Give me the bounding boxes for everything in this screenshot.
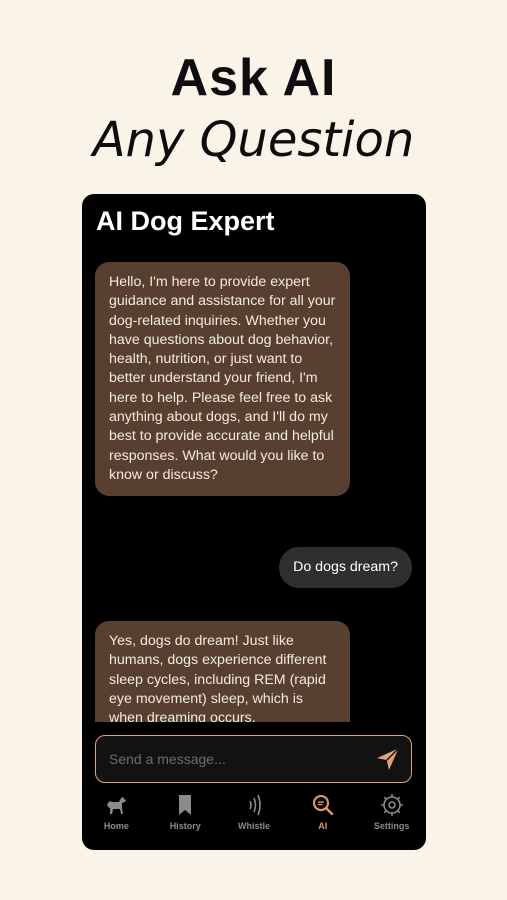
- message-input[interactable]: [109, 748, 359, 770]
- chat-thread[interactable]: Hello, I'm here to provide expert guidan…: [82, 250, 426, 722]
- whistle-sound-icon: [249, 794, 261, 816]
- message-composer: [95, 735, 412, 783]
- tab-label: Settings: [373, 821, 410, 831]
- search-chat-icon: [312, 794, 334, 816]
- bookmark-icon: [179, 795, 192, 815]
- tab-ai[interactable]: AI: [288, 790, 357, 840]
- tab-settings[interactable]: Settings: [357, 790, 426, 840]
- send-button[interactable]: [373, 744, 403, 774]
- tab-history[interactable]: History: [151, 790, 220, 840]
- tab-label: Whistle: [237, 821, 270, 831]
- tab-bar: Home History Whistle AI Settings: [82, 790, 426, 840]
- ai-message-bubble: Hello, I'm here to provide expert guidan…: [95, 262, 350, 497]
- tab-label: History: [169, 821, 201, 831]
- phone-screen: AI Dog Expert Hello, I'm here to provide…: [82, 194, 426, 850]
- gear-icon: [380, 794, 403, 816]
- promo-headline: Ask AI: [170, 49, 337, 107]
- dog-icon: [107, 797, 127, 814]
- tab-label: Home: [103, 821, 129, 831]
- tab-whistle[interactable]: Whistle: [220, 790, 289, 840]
- tab-label: AI: [318, 821, 328, 831]
- send-icon: [376, 748, 399, 771]
- screen-title: AI Dog Expert: [96, 206, 275, 236]
- promo-subheadline: Any Question: [92, 112, 415, 168]
- tab-home[interactable]: Home: [82, 790, 151, 840]
- ai-message-bubble: Yes, dogs do dream! Just like humans, do…: [95, 621, 350, 722]
- user-message-bubble: Do dogs dream?: [279, 547, 412, 589]
